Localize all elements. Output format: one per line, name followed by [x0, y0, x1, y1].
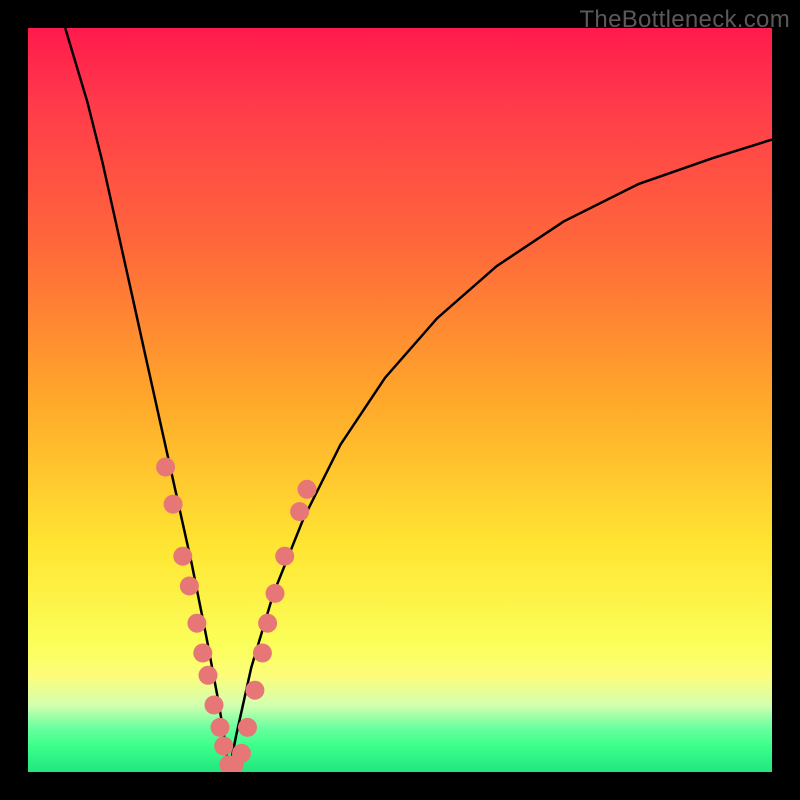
data-marker: [232, 744, 251, 763]
data-marker: [275, 547, 294, 566]
chart-svg: [28, 28, 772, 772]
data-marker: [193, 644, 212, 663]
data-marker: [156, 458, 175, 477]
data-marker: [298, 480, 317, 499]
data-marker: [164, 495, 183, 514]
data-marker: [258, 614, 277, 633]
data-marker: [245, 681, 264, 700]
data-marker: [187, 614, 206, 633]
data-marker: [211, 718, 230, 737]
data-marker: [238, 718, 257, 737]
data-markers: [156, 458, 316, 773]
watermark-text: TheBottleneck.com: [579, 6, 790, 34]
data-marker: [199, 666, 218, 685]
data-marker: [214, 737, 233, 756]
data-marker: [205, 696, 224, 715]
data-marker: [173, 547, 192, 566]
chart-area: [28, 28, 772, 772]
data-marker: [266, 584, 285, 603]
data-marker: [290, 502, 309, 521]
data-marker: [180, 577, 199, 596]
data-marker: [253, 644, 272, 663]
right-curve-line: [229, 140, 772, 772]
